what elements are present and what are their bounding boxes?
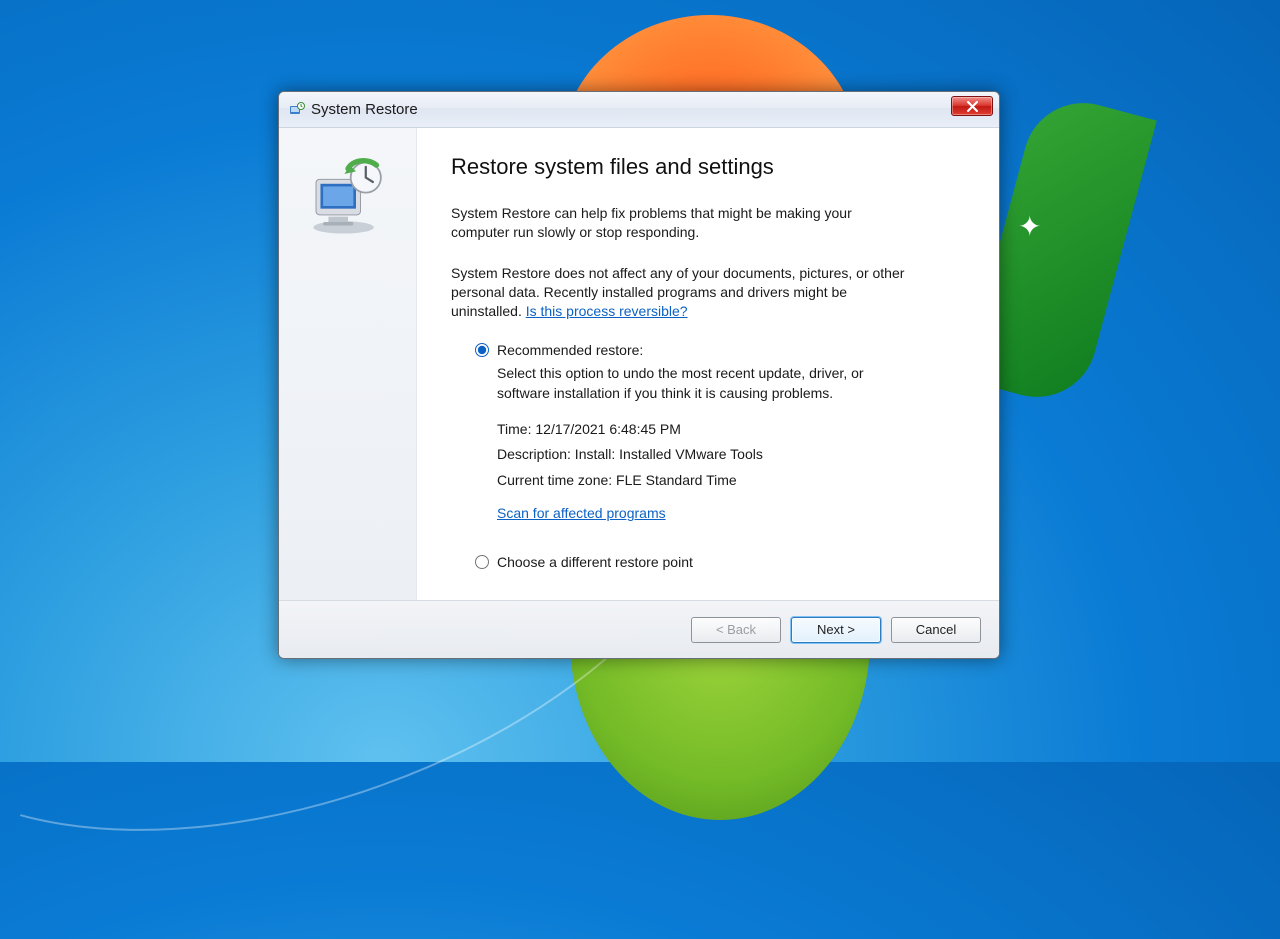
intro-paragraph-1: System Restore can help fix problems tha… bbox=[451, 204, 911, 242]
side-panel bbox=[279, 128, 417, 600]
page-heading: Restore system files and settings bbox=[451, 154, 965, 180]
restore-options: Recommended restore: Select this option … bbox=[451, 342, 965, 570]
footer-buttons: < Back Next > Cancel bbox=[279, 600, 999, 658]
restore-time: Time: 12/17/2021 6:48:45 PM bbox=[497, 420, 875, 440]
restore-timezone: Current time zone: FLE Standard Time bbox=[497, 471, 875, 491]
content-area: Restore system files and settings System… bbox=[279, 128, 999, 600]
restore-computer-icon bbox=[303, 158, 393, 600]
different-restore-radio[interactable] bbox=[475, 555, 489, 569]
recommended-restore-label: Recommended restore: bbox=[497, 342, 643, 358]
reversible-link[interactable]: Is this process reversible? bbox=[526, 303, 688, 319]
recommended-restore-option[interactable]: Recommended restore: bbox=[475, 342, 965, 358]
close-icon bbox=[967, 101, 978, 112]
recommended-restore-details: Select this option to undo the most rece… bbox=[475, 364, 875, 524]
scan-affected-programs-link[interactable]: Scan for affected programs bbox=[497, 505, 666, 521]
window-title: System Restore bbox=[311, 101, 418, 118]
recommended-restore-description: Select this option to undo the most rece… bbox=[497, 364, 875, 403]
system-restore-icon bbox=[289, 102, 305, 118]
different-restore-option[interactable]: Choose a different restore point bbox=[475, 554, 965, 570]
back-button[interactable]: < Back bbox=[691, 617, 781, 643]
intro-paragraph-2: System Restore does not affect any of yo… bbox=[451, 264, 911, 321]
recommended-restore-radio[interactable] bbox=[475, 343, 489, 357]
next-button[interactable]: Next > bbox=[791, 617, 881, 643]
system-restore-window: System Restore bbox=[278, 91, 1000, 659]
main-panel: Restore system files and settings System… bbox=[417, 128, 999, 600]
close-button[interactable] bbox=[951, 96, 993, 116]
restore-description: Description: Install: Installed VMware T… bbox=[497, 445, 875, 465]
wallpaper-green-leaf bbox=[570, 640, 870, 820]
different-restore-label: Choose a different restore point bbox=[497, 554, 693, 570]
titlebar[interactable]: System Restore bbox=[279, 92, 999, 128]
cancel-button[interactable]: Cancel bbox=[891, 617, 981, 643]
wallpaper-butterfly-icon: ✦ bbox=[1018, 210, 1041, 243]
